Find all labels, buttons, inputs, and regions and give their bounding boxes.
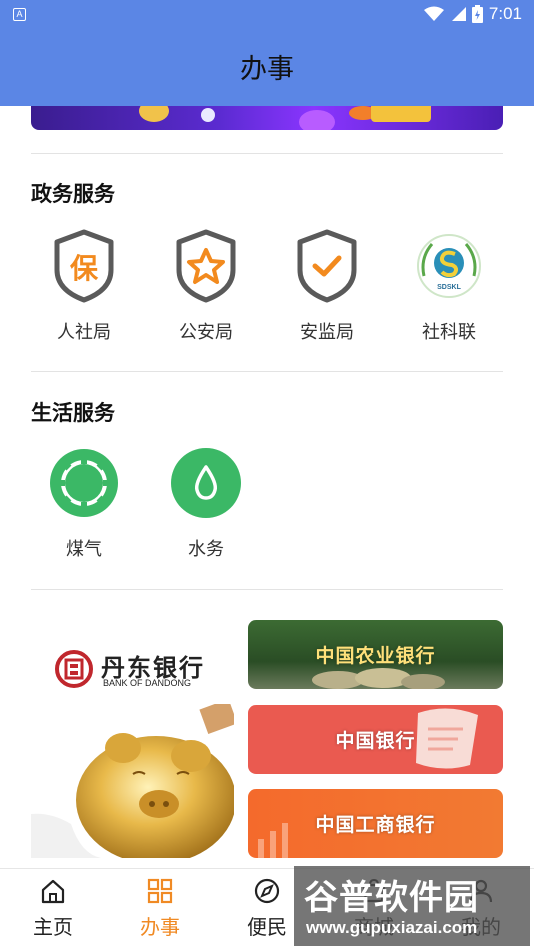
bank-card-abc[interactable]: 中国农业银行 xyxy=(248,620,503,689)
gold-piggy-bank-image xyxy=(31,704,234,858)
bank-card-label: 中国农业银行 xyxy=(315,645,436,667)
bank-card-icbc[interactable]: 中国工商银行 xyxy=(248,789,503,858)
banner-carousel[interactable] xyxy=(31,106,503,130)
watermark-overlay: 谷普软件园 www.gupuxiazai.com xyxy=(294,866,530,946)
divider xyxy=(31,371,503,372)
battery-icon xyxy=(471,5,483,23)
bank-card-label: 中国银行 xyxy=(335,730,416,752)
life-item-label: 煤气 xyxy=(66,539,102,560)
watermark-text: 谷普软件园 xyxy=(304,878,479,918)
banner-decor xyxy=(201,108,215,122)
skl-logo-icon: SDSKL xyxy=(417,234,481,298)
bank-card-boc[interactable]: 中国银行 xyxy=(248,705,503,774)
bank-dandong-subtitle: BANK OF DANDONG xyxy=(103,678,192,688)
growth-chart-image xyxy=(258,823,288,858)
title-bar: 办事 xyxy=(0,30,534,106)
life-item-water[interactable]: 水务 xyxy=(153,445,259,561)
banner-decor xyxy=(371,106,431,122)
home-icon xyxy=(41,879,65,904)
gov-item-rensheju[interactable]: 保 人社局 xyxy=(31,228,137,344)
gov-item-label: 安监局 xyxy=(300,322,354,343)
divider xyxy=(31,589,503,590)
banner-decor xyxy=(139,106,169,122)
gov-section-title: 政务服务 xyxy=(31,182,115,206)
gov-item-anjianju[interactable]: 安监局 xyxy=(274,228,380,344)
life-item-label: 水务 xyxy=(188,539,224,560)
gov-item-label: 人社局 xyxy=(57,322,111,343)
app-badge-icon: A xyxy=(13,8,26,21)
tab-label: 办事 xyxy=(140,915,180,939)
skl-logo-text: SDSKL xyxy=(437,284,461,291)
receipt-image xyxy=(416,708,478,769)
water-drop-icon xyxy=(171,448,241,518)
gov-item-label: 公安局 xyxy=(179,322,233,343)
gov-item-gonganju[interactable]: 公安局 xyxy=(153,228,259,344)
bank-dandong-logo-icon xyxy=(55,650,93,688)
gas-icon xyxy=(50,449,118,517)
bank-card-label: 中国工商银行 xyxy=(315,814,436,836)
compass-icon xyxy=(254,878,280,904)
bank-dandong-card[interactable]: 丹东银行 BANK OF DANDONG xyxy=(31,620,234,858)
banner-decor xyxy=(299,110,335,130)
page-title: 办事 xyxy=(240,54,294,85)
tab-label: 主页 xyxy=(33,915,73,939)
wifi-icon xyxy=(423,6,444,21)
shield-glyph: 保 xyxy=(70,252,99,285)
status-icons: 7:01 xyxy=(423,4,522,24)
life-item-gas[interactable]: 煤气 xyxy=(31,445,137,561)
life-section-title: 生活服务 xyxy=(31,401,115,425)
gov-item-shekelian[interactable]: SDSKL 社科联 xyxy=(396,228,502,344)
signal-icon xyxy=(451,7,466,21)
status-bar: A 7:01 xyxy=(0,0,534,30)
tab-banshi[interactable]: 办事 xyxy=(115,877,205,940)
tab-home[interactable]: 主页 xyxy=(8,877,98,940)
shield-star-icon xyxy=(176,229,236,303)
watermark-url: www.gupuxiazai.com xyxy=(306,918,478,937)
shield-bao-icon: 保 xyxy=(54,229,114,303)
grid-icon xyxy=(147,878,173,904)
gov-item-label: 社科联 xyxy=(422,322,476,343)
shield-check-icon xyxy=(297,229,357,303)
status-time: 7:01 xyxy=(488,4,522,23)
divider xyxy=(31,153,503,154)
